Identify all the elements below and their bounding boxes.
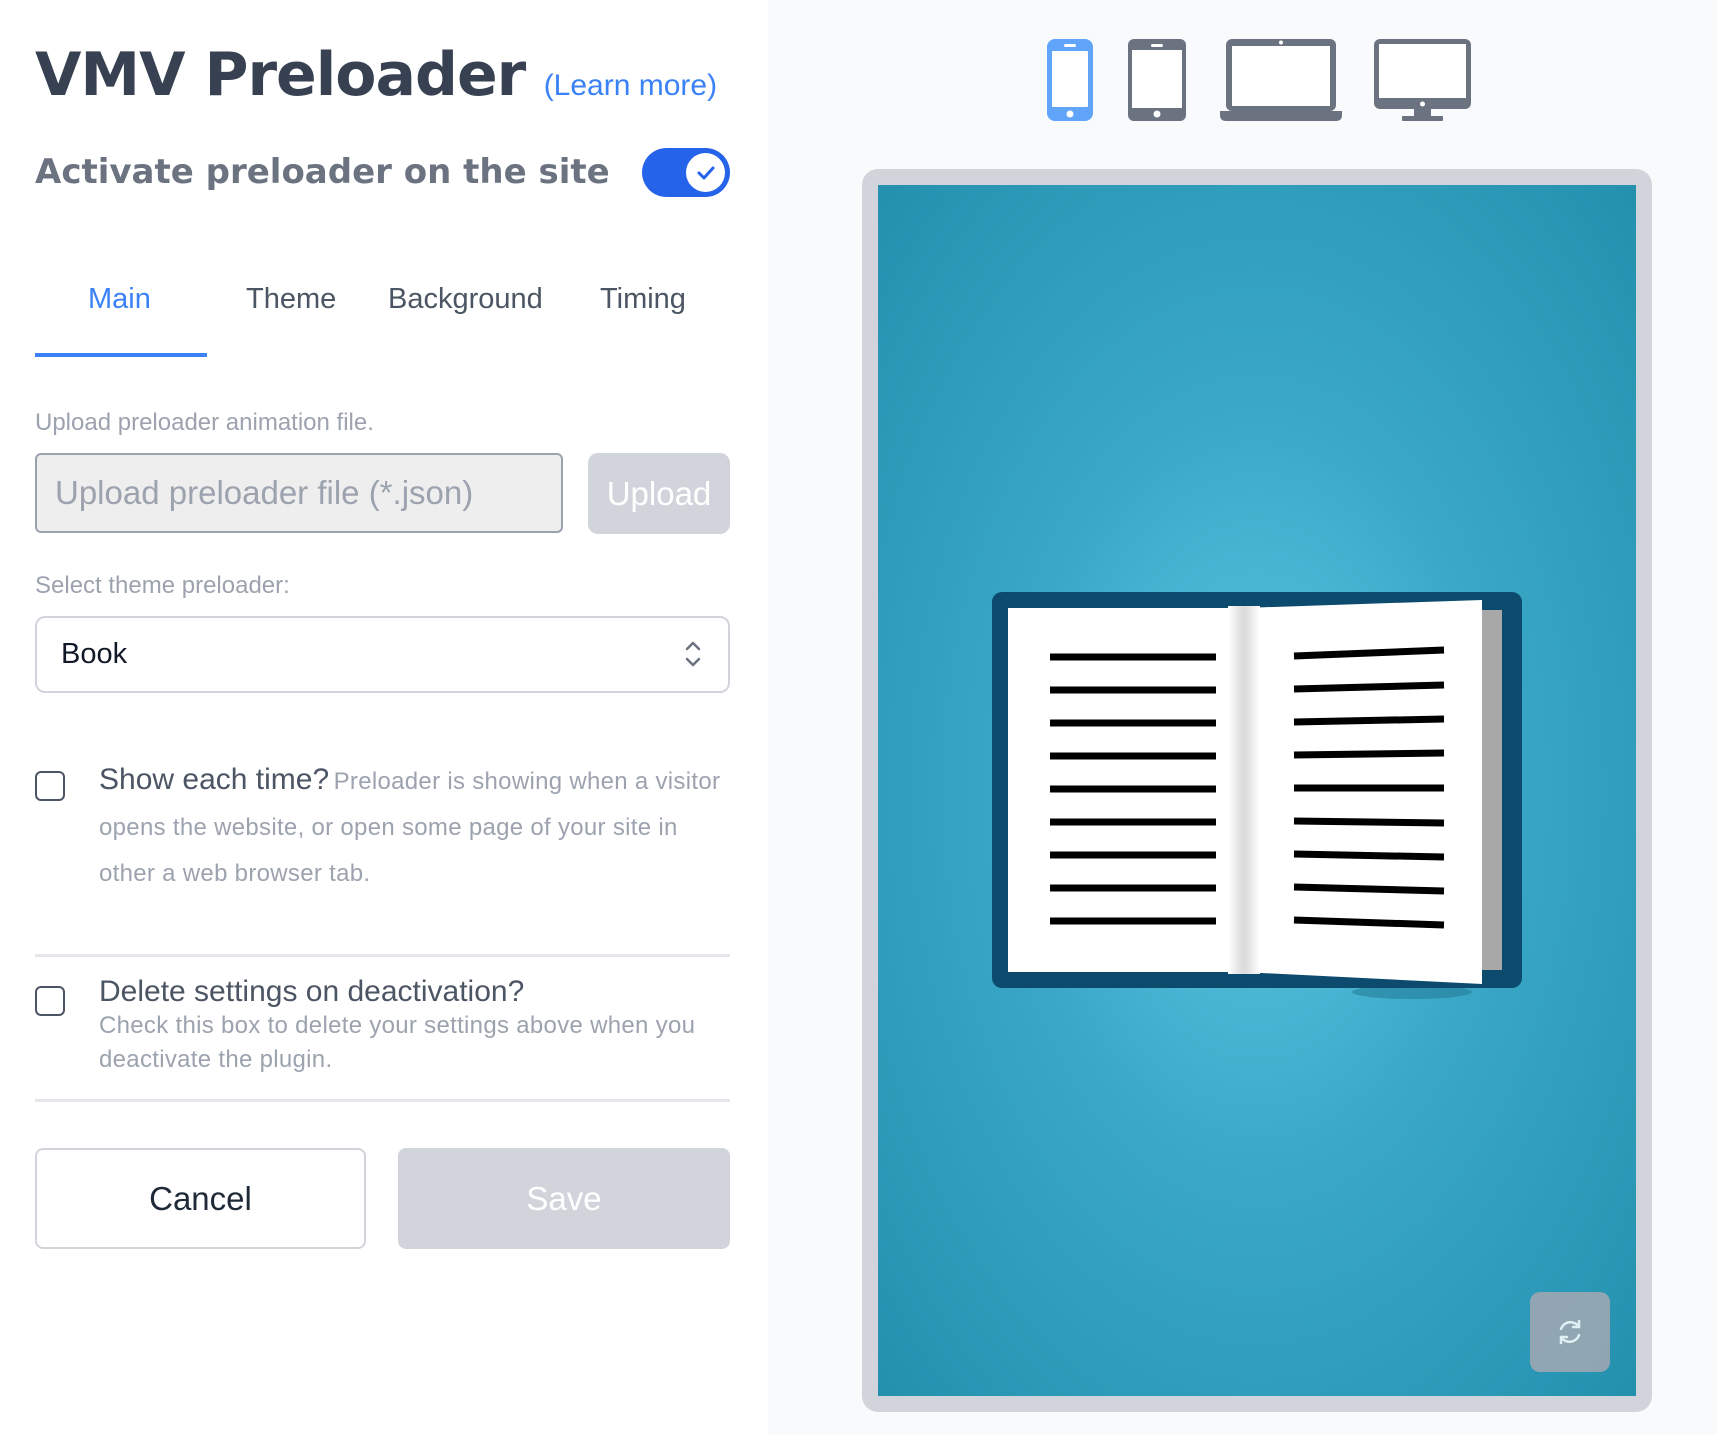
cancel-button[interactable]: Cancel	[35, 1148, 366, 1249]
book-icon	[992, 592, 1522, 999]
show-each-time-title: Show each time?	[99, 763, 330, 796]
upload-button[interactable]: Upload	[588, 453, 730, 534]
active-tab-indicator	[35, 353, 207, 357]
show-each-time-text: Show each time? Preloader is showing whe…	[99, 758, 729, 898]
upload-file-input[interactable]	[35, 453, 563, 533]
desktop-icon[interactable]	[1374, 39, 1471, 121]
save-button[interactable]: Save	[398, 1148, 730, 1249]
delete-settings-title: Delete settings on deactivation?	[99, 975, 525, 1008]
delete-settings-text: Delete settings on deactivation? Check t…	[99, 975, 729, 1077]
checkmark-icon	[697, 166, 714, 179]
preview-screen	[878, 185, 1636, 1396]
learn-more-link[interactable]: (Learn more)	[544, 69, 717, 102]
settings-panel: VMV Preloader (Learn more) Activate prel…	[0, 0, 768, 1434]
activate-label: Activate preloader on the site	[35, 152, 610, 192]
laptop-icon[interactable]	[1220, 39, 1342, 121]
delete-settings-checkbox[interactable]	[35, 986, 65, 1016]
theme-select-value: Book	[61, 638, 128, 670]
theme-select-label: Select theme preloader:	[35, 572, 290, 599]
refresh-preview-button[interactable]	[1530, 1292, 1610, 1372]
divider	[35, 954, 730, 957]
title-row: VMV Preloader (Learn more)	[35, 40, 717, 110]
upload-label: Upload preloader animation file.	[35, 409, 374, 436]
refresh-icon	[1559, 1319, 1581, 1345]
divider	[35, 1099, 730, 1102]
tab-timing[interactable]: Timing	[600, 283, 686, 316]
preview-frame	[862, 169, 1652, 1412]
page-title: VMV Preloader	[35, 40, 526, 110]
activate-toggle[interactable]	[642, 148, 730, 197]
tab-background[interactable]: Background	[388, 283, 543, 316]
toggle-knob	[686, 153, 725, 192]
activate-row: Activate preloader on the site	[35, 145, 730, 201]
show-each-time-checkbox[interactable]	[35, 771, 65, 801]
tab-theme[interactable]: Theme	[246, 283, 336, 316]
tablet-icon[interactable]	[1128, 39, 1186, 121]
tab-main[interactable]: Main	[88, 283, 151, 316]
delete-settings-description: Check this box to delete your settings a…	[99, 1012, 696, 1073]
tab-bar: Main Theme Background Timing	[35, 265, 730, 359]
phone-icon[interactable]	[1047, 39, 1093, 121]
theme-select[interactable]: Book	[35, 616, 730, 693]
select-chevron-icon	[685, 641, 701, 667]
